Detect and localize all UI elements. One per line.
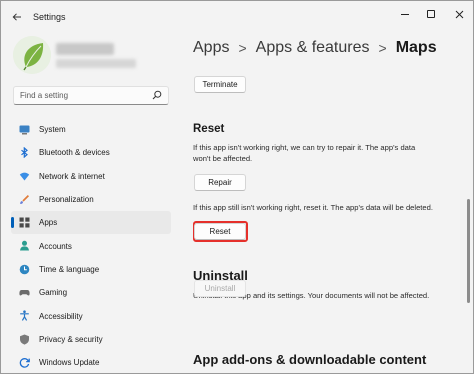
sidebar-item-label: Apps	[39, 218, 58, 228]
breadcrumb-apps-features[interactable]: Apps & features	[256, 39, 370, 57]
sidebar-item-privacy-security[interactable]: Privacy & security	[11, 328, 171, 351]
sidebar-item-time-language[interactable]: Time & language	[11, 258, 171, 281]
breadcrumb-apps[interactable]: Apps	[193, 39, 229, 57]
sidebar-item-label: Time & language	[39, 264, 100, 274]
accessibility-icon	[19, 310, 30, 322]
gaming-icon	[19, 287, 30, 298]
sidebar-item-gaming[interactable]: Gaming	[11, 281, 171, 304]
sidebar-item-windows-update[interactable]: Windows Update	[11, 351, 171, 373]
accounts-icon	[19, 240, 30, 251]
sidebar-item-personalization[interactable]: Personalization	[11, 188, 171, 211]
uninstall-button: Uninstall	[194, 280, 246, 297]
close-button[interactable]	[448, 6, 470, 22]
arrow-left-icon	[12, 13, 21, 21]
back-button[interactable]	[7, 7, 27, 27]
reset-description: If this app still isn't working right, r…	[193, 203, 433, 212]
sidebar-item-label: Windows Update	[39, 358, 100, 368]
chevron-right-icon: >	[238, 40, 247, 56]
sidebar-item-label: Accounts	[39, 241, 72, 251]
minimize-button[interactable]	[394, 6, 416, 22]
repair-description-line2: won't be affected.	[193, 154, 253, 163]
search-box[interactable]	[13, 86, 169, 105]
sidebar-item-label: Personalization	[39, 195, 94, 205]
sidebar-item-label: Gaming	[39, 288, 68, 298]
window-title: Settings	[33, 12, 66, 22]
sidebar-item-network[interactable]: Network & internet	[11, 165, 171, 188]
search-icon	[152, 90, 162, 100]
sidebar-item-accounts[interactable]: Accounts	[11, 234, 171, 257]
time-language-icon	[19, 264, 30, 275]
personalization-icon	[19, 194, 30, 205]
avatar[interactable]	[13, 36, 51, 74]
sidebar-item-label: Network & internet	[39, 171, 105, 181]
addons-section-title: App add-ons & downloadable content	[193, 352, 427, 367]
sidebar-nav: System Bluetooth & devices Network & int…	[11, 118, 171, 373]
sidebar-item-label: Privacy & security	[39, 334, 103, 344]
apps-icon	[19, 217, 30, 228]
repair-description-line1: If this app isn't working right, we can …	[193, 143, 416, 152]
maximize-icon	[427, 10, 435, 18]
privacy-icon	[19, 334, 30, 345]
reset-button[interactable]: Reset	[194, 223, 246, 240]
network-icon	[19, 171, 30, 182]
user-name-blurred	[56, 43, 114, 55]
sidebar-item-label: System	[39, 125, 66, 135]
system-icon	[19, 124, 30, 135]
user-email-blurred	[56, 59, 136, 68]
repair-button[interactable]: Repair	[194, 174, 246, 191]
reset-section-title: Reset	[193, 123, 225, 135]
minimize-icon	[401, 13, 409, 15]
breadcrumb: Apps > Apps & features > Maps	[193, 37, 437, 59]
sidebar-item-label: Accessibility	[39, 311, 83, 321]
page-title: Maps	[395, 39, 437, 56]
settings-window: Settings System	[0, 0, 474, 374]
sidebar-item-label: Bluetooth & devices	[39, 148, 110, 158]
sidebar-item-system[interactable]: System	[11, 118, 171, 141]
sidebar-item-accessibility[interactable]: Accessibility	[11, 304, 171, 327]
title-bar: Settings	[1, 1, 473, 33]
windows-update-icon	[19, 357, 30, 368]
terminate-button[interactable]: Terminate	[194, 76, 246, 93]
scrollbar-thumb[interactable]	[467, 199, 470, 303]
search-input[interactable]	[20, 89, 150, 102]
leaf-icon	[13, 36, 51, 74]
chevron-right-icon: >	[378, 40, 387, 56]
bluetooth-icon	[19, 147, 30, 159]
sidebar-item-bluetooth[interactable]: Bluetooth & devices	[11, 141, 171, 164]
close-icon	[455, 10, 463, 18]
maximize-button[interactable]	[420, 6, 442, 22]
sidebar-item-apps[interactable]: Apps	[11, 211, 171, 235]
